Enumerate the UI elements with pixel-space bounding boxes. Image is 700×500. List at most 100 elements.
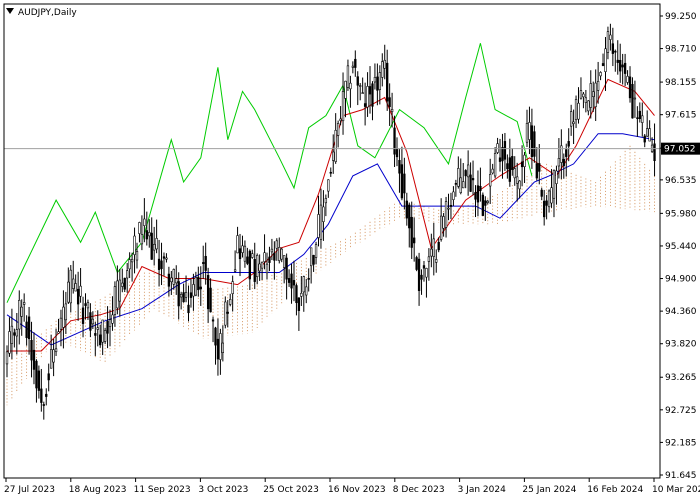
candle-body — [219, 333, 222, 360]
candle-body — [344, 80, 347, 99]
candle-body — [319, 204, 323, 240]
candle-body — [484, 200, 487, 206]
candle-body — [430, 248, 433, 257]
y-tick-label: 98.155 — [665, 78, 697, 88]
candle-body — [368, 86, 372, 95]
candle-body — [177, 281, 180, 307]
candle-body — [503, 141, 507, 160]
candle-body — [54, 348, 58, 353]
candle-body — [648, 128, 651, 142]
chart: 99.25098.71098.15597.61597.06096.53595.9… — [0, 0, 700, 500]
candle-body — [256, 255, 259, 278]
chart-background — [0, 0, 700, 500]
candle-body — [452, 191, 455, 200]
candle-body — [23, 302, 26, 305]
candle-body — [263, 252, 266, 262]
candle-body — [489, 174, 492, 187]
candle-body — [550, 187, 553, 204]
candle-body — [405, 200, 408, 219]
candle-body — [383, 59, 386, 69]
candle-body — [231, 281, 234, 294]
candle-body — [278, 247, 281, 261]
candle-body — [366, 85, 369, 108]
y-tick-label: 94.360 — [665, 307, 697, 317]
candle-body — [444, 201, 448, 228]
candle-body — [297, 297, 301, 311]
candle-body — [292, 280, 296, 286]
candle-body — [76, 288, 80, 305]
candle-body — [10, 325, 14, 344]
candle-body — [243, 245, 247, 262]
candle-body — [133, 235, 136, 255]
candle-body — [258, 263, 261, 272]
candle-body — [268, 256, 271, 263]
candle-body — [241, 245, 244, 253]
current-price-label: 97.052 — [661, 142, 700, 155]
candle-body — [312, 255, 315, 265]
candle-body — [425, 268, 428, 278]
candle-body — [589, 83, 592, 108]
candle-body — [506, 163, 509, 170]
candle-body — [349, 82, 352, 90]
candle-body — [179, 293, 183, 298]
candle-body — [334, 129, 337, 162]
candle-body — [49, 349, 53, 369]
candle-body — [322, 206, 325, 222]
candle-body — [103, 330, 107, 342]
candle-body — [449, 204, 453, 207]
candle-body — [565, 149, 568, 157]
y-tick-label: 91.645 — [665, 471, 697, 481]
candle-body — [339, 118, 342, 121]
candle-body — [574, 99, 578, 121]
candle-body — [170, 277, 173, 283]
price-axis: 99.25098.71098.15597.61597.06096.53595.9… — [660, 12, 697, 481]
y-tick-label: 98.710 — [665, 45, 697, 55]
candle-body — [457, 168, 460, 187]
candle-body — [474, 192, 477, 200]
x-tick-label: 25 Jan 2024 — [522, 485, 576, 495]
candle-body — [356, 76, 359, 86]
candle-body — [140, 234, 144, 245]
candle-body — [623, 62, 627, 74]
candle-body — [616, 59, 619, 63]
candle-body — [59, 317, 63, 330]
candle-body — [481, 194, 485, 216]
candle-body — [464, 170, 467, 177]
candle-body — [638, 110, 641, 120]
candle-body — [128, 259, 131, 270]
candle-body — [184, 292, 188, 298]
candle-body — [130, 258, 134, 263]
candle-body — [596, 80, 600, 91]
candle-body — [153, 243, 156, 251]
candle-body — [327, 179, 330, 192]
y-tick-label: 96.535 — [665, 176, 697, 186]
candle-body — [619, 59, 622, 72]
candle-body — [251, 253, 254, 258]
candle-body — [302, 276, 305, 293]
candle-body — [167, 273, 171, 287]
candle-body — [314, 244, 318, 258]
candle-body — [165, 257, 168, 260]
candle-body — [42, 404, 45, 406]
candle-body — [287, 278, 291, 283]
candle-body — [413, 237, 416, 244]
candle-body — [557, 158, 561, 167]
candle-body — [189, 292, 193, 298]
candle-body — [20, 306, 23, 317]
candle-body — [381, 61, 384, 78]
candle-body — [535, 163, 538, 179]
candle-body — [52, 349, 55, 363]
candle-body — [309, 247, 313, 267]
candle-body — [192, 284, 195, 297]
candle-body — [126, 270, 129, 279]
candle-body — [111, 314, 114, 324]
candle-body — [27, 316, 31, 340]
x-tick-label: 10 Mar 2024 — [652, 485, 700, 495]
y-tick-label: 94.900 — [665, 275, 697, 285]
candle-body — [273, 252, 276, 261]
candle-body — [572, 121, 575, 124]
candle-body — [476, 185, 480, 203]
candle-body — [199, 286, 202, 290]
candle-body — [393, 127, 396, 155]
candle-body — [582, 93, 585, 98]
